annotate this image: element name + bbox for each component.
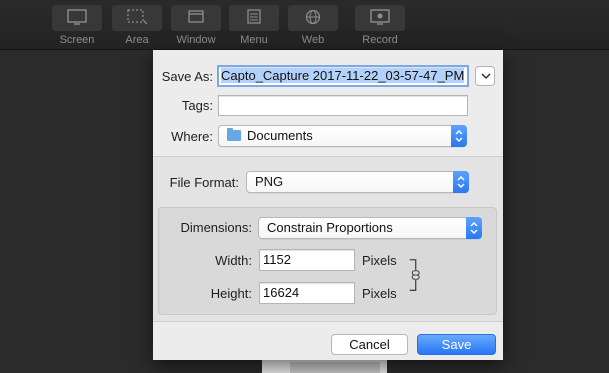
capture-toolbar: Screen Area Window Menu Web Record [0, 0, 609, 50]
save-button[interactable]: Save [417, 334, 496, 355]
tags-field[interactable] [218, 95, 468, 116]
save-as-value: Capto_Capture 2017-11-22_03-57-47_PM [221, 68, 465, 83]
folder-icon [227, 128, 241, 141]
toolbar-window[interactable]: Window [170, 5, 222, 49]
height-value: 16624 [263, 285, 300, 300]
height-unit-label: Pixels [362, 286, 397, 301]
dialog-button-bar: Cancel Save [153, 321, 503, 360]
popup-stepper-icon [451, 125, 467, 147]
toolbar-menu-label: Menu [240, 34, 268, 46]
dimensions-label: Dimensions: [180, 220, 252, 235]
toolbar-area[interactable]: Area [111, 5, 163, 49]
dimensions-value: Constrain Proportions [267, 220, 393, 235]
file-format-label: File Format: [169, 175, 239, 190]
dimensions-group: Dimensions: Constrain Proportions Width:… [158, 207, 497, 315]
toolbar-record[interactable]: Record [354, 5, 406, 49]
screen-icon [52, 5, 102, 31]
toolbar-window-label: Window [176, 34, 216, 46]
height-field[interactable]: 16624 [259, 282, 355, 304]
background-capture-preview [262, 358, 387, 373]
chevron-down-icon [481, 73, 491, 80]
width-value: 1152 [263, 252, 291, 267]
web-icon [288, 5, 338, 31]
record-icon [355, 5, 405, 31]
popup-stepper-icon [466, 217, 482, 239]
save-dialog: Save As: Capto_Capture 2017-11-22_03-57-… [153, 50, 503, 360]
popup-stepper-icon [453, 171, 469, 193]
save-location-section: Save As: Capto_Capture 2017-11-22_03-57-… [153, 50, 503, 156]
constrain-chain-icon[interactable] [408, 258, 420, 292]
toolbar-web-label: Web [301, 34, 325, 46]
cancel-button[interactable]: Cancel [331, 334, 408, 355]
height-label: Height: [210, 286, 252, 301]
save-as-field[interactable]: Capto_Capture 2017-11-22_03-57-47_PM [217, 65, 469, 87]
background-capture-content [290, 362, 380, 373]
toolbar-web[interactable]: Web [287, 5, 339, 49]
area-icon [112, 5, 162, 31]
where-label: Where: [171, 129, 213, 144]
toolbar-record-label: Record [362, 34, 398, 46]
file-format-value: PNG [255, 174, 284, 189]
expand-dialog-button[interactable] [475, 66, 495, 86]
toolbar-screen-label: Screen [59, 34, 95, 46]
dimensions-popup[interactable]: Constrain Proportions [258, 217, 482, 239]
where-popup[interactable]: Documents [218, 125, 467, 147]
width-unit-label: Pixels [362, 253, 397, 268]
save-as-label: Save As: [161, 69, 213, 84]
toolbar-menu[interactable]: Menu [228, 5, 280, 49]
tags-label: Tags: [181, 98, 213, 113]
width-field[interactable]: 1152 [259, 249, 355, 271]
format-options-section: File Format: PNG Dimensions: Constrain P… [153, 157, 503, 321]
menu-icon [229, 5, 279, 31]
where-value: Documents [247, 128, 313, 143]
file-format-popup[interactable]: PNG [246, 171, 469, 193]
width-label: Width: [215, 253, 252, 268]
window-icon [171, 5, 221, 31]
toolbar-screen[interactable]: Screen [51, 5, 103, 49]
toolbar-area-label: Area [125, 34, 149, 46]
